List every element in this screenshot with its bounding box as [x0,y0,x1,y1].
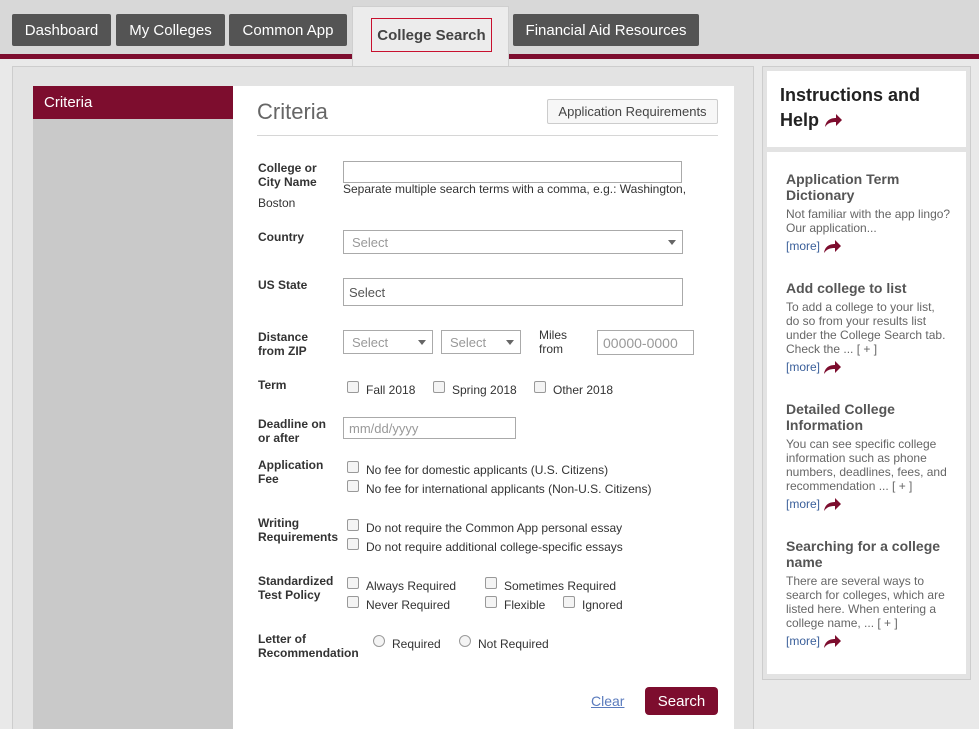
test-ignored-label: Ignored [582,598,623,612]
fee-domestic-checkbox[interactable] [347,461,359,473]
tab-common-app[interactable]: Common App [229,14,347,46]
help-more-label: [more] [786,497,821,511]
test-sometimes-checkbox[interactable] [485,577,497,589]
distance-select[interactable]: Select [343,330,433,354]
writing-essay-checkbox[interactable] [347,519,359,531]
test-sometimes-label: Sometimes Required [504,579,617,593]
chevron-down-icon [668,240,676,245]
help-item-text: Not familiar with the app lingo? Our app… [786,207,951,235]
college-hint: Separate multiple search terms with a co… [343,182,687,196]
country-select-value: Select [352,234,389,250]
help-more-link[interactable]: [more] [786,497,842,512]
sidebar-item-criteria[interactable]: Criteria [33,86,233,119]
test-never-checkbox[interactable] [347,596,359,608]
help-more-label: [more] [786,634,821,648]
state-select-value: Select [349,284,386,300]
fee-domestic-label: No fee for domestic applicants (U.S. Cit… [366,463,609,477]
distance-label: Distance from ZIP [258,330,309,358]
help-item-title: Searching for a college name [786,538,941,570]
help-more-label: [more] [786,360,821,374]
country-label: Country [258,230,304,244]
help-more-link[interactable]: [more] [786,239,842,254]
arrow-icon [824,497,842,511]
tab-dashboard[interactable]: Dashboard [12,14,111,46]
help-title: Instructions and Help [780,83,960,133]
distance-unit-select-value: Select [450,334,487,350]
term-fall-label: Fall 2018 [366,383,416,397]
distance-unit-select[interactable]: Select [441,330,521,354]
tab-college-search[interactable]: College Search [352,6,509,66]
chevron-down-icon [418,340,426,345]
fee-label: Application Fee [258,458,324,486]
fee-international-label: No fee for international applicants (Non… [366,482,652,496]
writing-college-essay-label: Do not require additional college-specif… [366,540,623,554]
arrow-icon [824,360,842,374]
deadline-input[interactable]: mm/dd/yyyy [343,417,516,439]
writing-college-essay-checkbox[interactable] [347,538,359,550]
help-more-link[interactable]: [more] [786,360,842,375]
country-select[interactable]: Select [343,230,683,254]
fee-international-checkbox[interactable] [347,480,359,492]
arrow-icon [824,239,842,253]
help-item-text: You can see specific college information… [786,437,947,493]
test-ignored-checkbox[interactable] [563,596,575,608]
test-flexible-checkbox[interactable] [485,596,497,608]
help-more-label: [more] [786,239,821,253]
rec-not-required-label: Not Required [478,637,549,651]
test-never-label: Never Required [366,598,451,612]
test-always-checkbox[interactable] [347,577,359,589]
term-label: Term [258,378,287,392]
help-more-link[interactable]: [more] [786,634,842,649]
miles-from-label: Miles from [539,328,568,356]
term-fall-checkbox[interactable] [347,381,359,393]
help-title-text: Instructions and Help [780,85,921,130]
test-policy-label: Standardized Test Policy [258,574,334,602]
distance-select-value: Select [352,334,389,350]
writing-label: Writing Requirements [258,516,339,544]
test-always-label: Always Required [366,579,457,593]
help-item-title: Application Term Dictionary [786,171,900,203]
college-hint-continued: Boston [258,196,296,210]
chevron-down-icon [506,340,514,345]
search-button[interactable]: Search [645,687,718,715]
term-spring-label: Spring 2018 [452,383,517,397]
zip-input[interactable]: 00000-0000 [597,330,694,355]
college-name-input[interactable] [343,161,682,183]
deadline-label: Deadline on or after [258,417,327,445]
arrow-icon [824,634,842,648]
help-item-text: To add a college to your list, do so fro… [786,300,946,356]
college-label: College or City Name [258,161,317,189]
rec-not-required-radio[interactable] [459,635,471,647]
help-item-title: Add college to list [786,280,907,296]
term-other-label: Other 2018 [553,383,614,397]
rec-required-label: Required [392,637,441,651]
state-select[interactable]: Select [343,278,683,306]
help-item-title: Detailed College Information [786,401,895,433]
rec-required-radio[interactable] [373,635,385,647]
sidebar [33,86,233,729]
writing-essay-label: Do not require the Common App personal e… [366,521,623,535]
tab-financial-aid[interactable]: Financial Aid Resources [513,14,699,46]
application-requirements-button[interactable]: Application Requirements [547,99,718,124]
test-flexible-label: Flexible [504,598,546,612]
help-item-text: There are several ways to search for col… [786,574,945,630]
divider [257,135,718,136]
state-label: US State [258,278,308,292]
clear-link[interactable]: Clear [591,693,624,709]
recommendation-label: Letter of Recommendation [258,632,359,660]
tab-college-search-label: College Search [371,18,492,52]
term-spring-checkbox[interactable] [433,381,445,393]
term-other-checkbox[interactable] [534,381,546,393]
arrow-icon [825,114,843,128]
page-title: Criteria [257,99,328,124]
tab-my-colleges[interactable]: My Colleges [116,14,225,46]
